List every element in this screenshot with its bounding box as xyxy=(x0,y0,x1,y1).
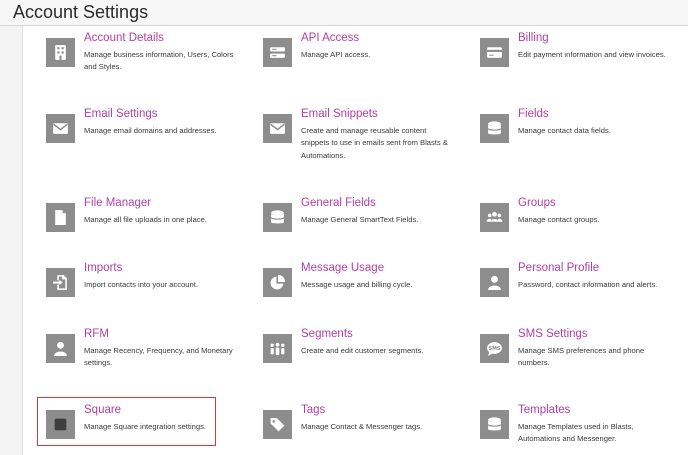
left-sidebar xyxy=(0,26,23,455)
building-icon xyxy=(46,38,75,67)
card-title[interactable]: RFM xyxy=(84,328,109,340)
card-title[interactable]: SMS Settings xyxy=(518,328,588,340)
card-title[interactable]: Account Details xyxy=(84,32,164,44)
card-description: Create and edit customer segments. xyxy=(301,346,424,355)
card-description: Manage General SmartText Fields. xyxy=(301,215,419,224)
card-description: Create and manage reusable content snipp… xyxy=(301,126,448,160)
sms-icon: SMS xyxy=(480,334,509,363)
card-title[interactable]: Imports xyxy=(84,262,122,274)
card-title[interactable]: Billing xyxy=(518,32,549,44)
square-highlight-box xyxy=(37,397,216,446)
file-import-icon xyxy=(46,268,75,297)
card-title[interactable]: Templates xyxy=(518,404,570,416)
user-icon xyxy=(480,268,509,297)
card-title[interactable]: Tags xyxy=(301,404,325,416)
card-description: Manage Contact & Messenger tags. xyxy=(301,422,423,431)
card-description: Manage business information, Users, Colo… xyxy=(84,50,234,72)
card-description: Manage contact groups. xyxy=(518,215,600,224)
pie-chart-icon xyxy=(263,268,292,297)
card-description: Message usage and billing cycle. xyxy=(301,280,413,289)
envelope-icon xyxy=(46,114,75,143)
card-description: Manage email domains and addresses. xyxy=(84,126,217,135)
page-title: Account Settings xyxy=(13,2,149,22)
card-description: Manage SMS preferences and phone numbers… xyxy=(518,346,645,368)
server-icon xyxy=(263,38,292,67)
card-description: Manage Templates used in Blasts, Automat… xyxy=(518,422,634,444)
file-icon xyxy=(46,203,75,232)
card-description: Manage all file uploads in one place. xyxy=(84,215,207,224)
card-title[interactable]: Personal Profile xyxy=(518,262,599,274)
people-group-icon xyxy=(263,334,292,363)
database-icon xyxy=(480,410,509,439)
page-header: Account Settings xyxy=(0,0,688,26)
credit-card-icon xyxy=(480,38,509,67)
card-title[interactable]: Email Snippets xyxy=(301,108,378,120)
envelope-icon xyxy=(263,114,292,143)
card-title[interactable]: Fields xyxy=(518,108,549,120)
card-title[interactable]: Email Settings xyxy=(84,108,158,120)
card-title[interactable]: File Manager xyxy=(84,197,151,209)
card-title[interactable]: Message Usage xyxy=(301,262,384,274)
tags-icon xyxy=(263,410,292,439)
card-description: Manage API access. xyxy=(301,50,371,59)
card-title[interactable]: Groups xyxy=(518,197,556,209)
card-title[interactable]: Segments xyxy=(301,328,353,340)
card-title[interactable]: General Fields xyxy=(301,197,376,209)
user-icon xyxy=(46,334,75,363)
card-description: Manage contact data fields. xyxy=(518,126,611,135)
card-description: Import contacts into your account. xyxy=(84,280,198,289)
users-icon xyxy=(480,203,509,232)
card-title[interactable]: API Access xyxy=(301,32,359,44)
card-description: Manage Recency, Frequency, and Monetary … xyxy=(84,346,233,368)
svg-text:SMS: SMS xyxy=(489,346,501,352)
database-icon xyxy=(480,114,509,143)
database-icon xyxy=(263,203,292,232)
card-description: Edit payment information and view invoic… xyxy=(518,50,666,59)
card-description: Password, contact information and alerts… xyxy=(518,280,658,289)
